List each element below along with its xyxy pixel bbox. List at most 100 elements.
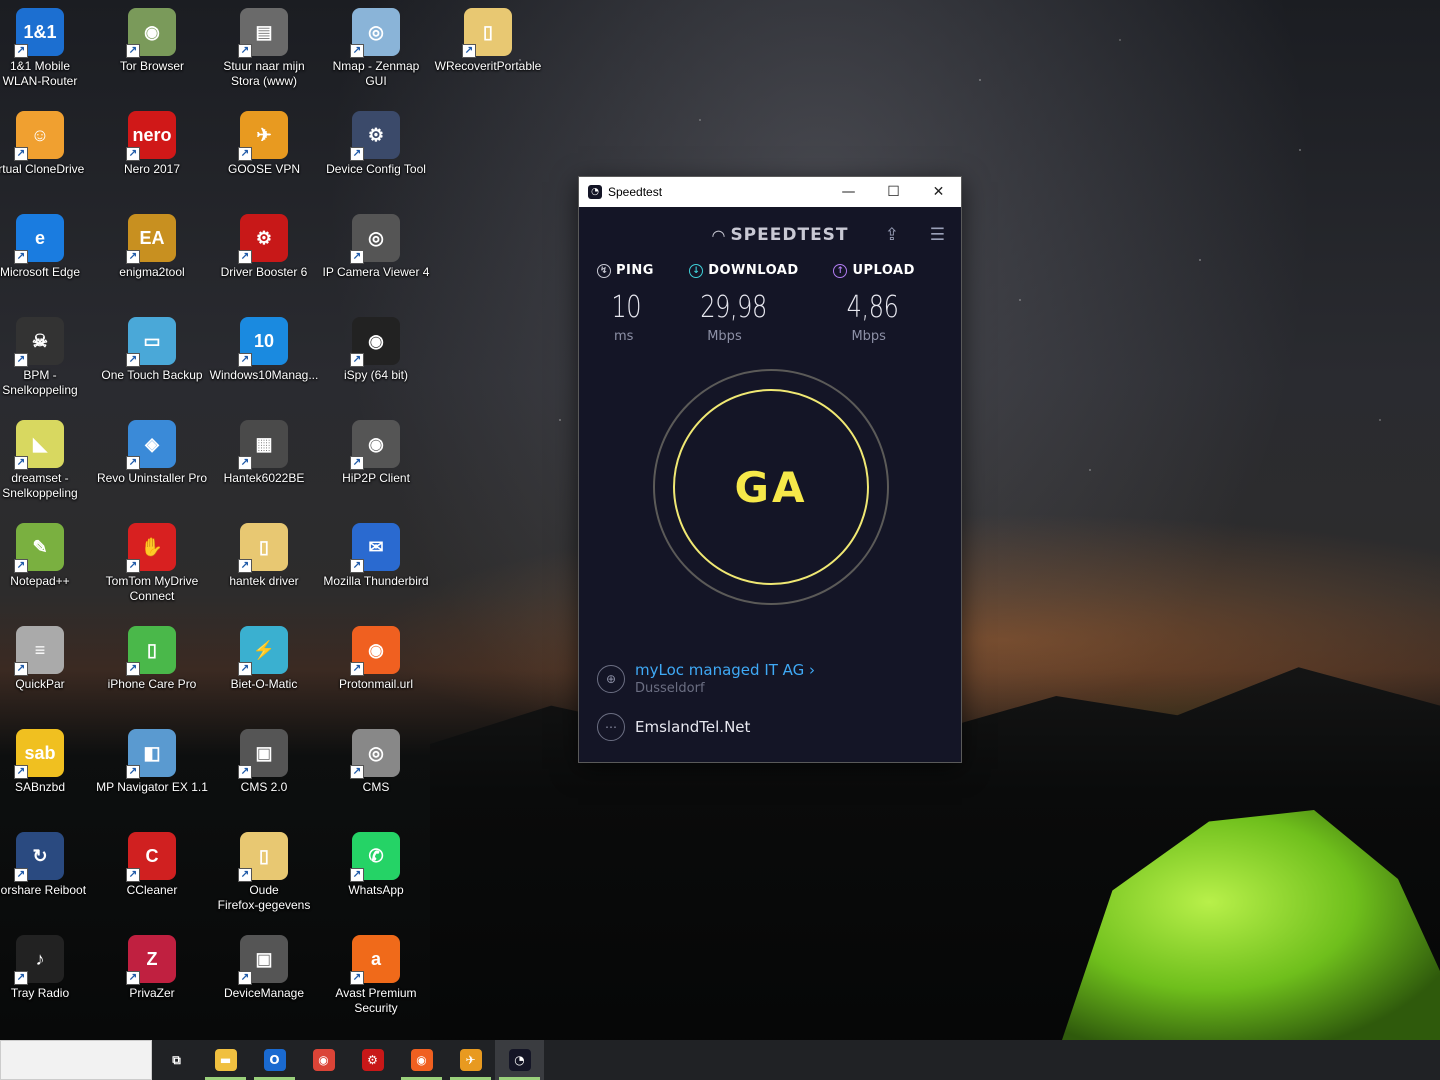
desktop-shortcut[interactable]: nero ↗ Nero 2017 [96, 103, 208, 206]
desktop-shortcut[interactable]: ◣ ↗ dreamset - Snelkoppeling [0, 412, 96, 515]
notepadpp-icon: ✎ ↗ [14, 523, 64, 573]
desktop-shortcut[interactable]: ≡ ↗ QuickPar [0, 618, 96, 721]
close-button[interactable]: ✕ [916, 177, 961, 207]
cms-icon: ◎ ↗ [350, 729, 400, 779]
shortcut-arrow-icon: ↗ [238, 971, 252, 985]
desktop-shortcut[interactable]: ◎ ↗ IP Camera Viewer 4 [320, 206, 432, 309]
desktop-shortcut[interactable]: ☠ ↗ BPM - Snelkoppeling [0, 309, 96, 412]
desktop-shortcut[interactable]: ✋ ↗ TomTom MyDrive Connect [96, 515, 208, 618]
driver-booster-icon: ⚙ [361, 1049, 384, 1071]
desktop-shortcut[interactable]: a ↗ Avast Premium Security [320, 927, 432, 1030]
desktop-shortcut[interactable]: ▤ ↗ Stuur naar mijn Stora (www) [208, 0, 320, 103]
desktop-shortcut-label: One Touch Backup [101, 368, 203, 382]
shortcut-arrow-icon: ↗ [14, 868, 28, 882]
shortcut-arrow-icon: ↗ [14, 147, 28, 161]
desktop-shortcut[interactable]: ▣ ↗ DeviceManage [208, 927, 320, 1030]
desktop-shortcut[interactable]: 1&1 ↗ 1&1 Mobile WLAN-Router [0, 0, 96, 103]
server-selector[interactable]: ⊕ myLoc managed IT AG › Dusseldorf [597, 661, 947, 696]
desktop-shortcut[interactable]: ◉ ↗ Tor Browser [96, 0, 208, 103]
desktop-shortcut[interactable]: ◉ ↗ HiP2P Client [320, 412, 432, 515]
shortcut-arrow-icon: ↗ [126, 971, 140, 985]
shortcut-arrow-icon: ↗ [126, 765, 140, 779]
desktop-shortcut[interactable]: ▦ ↗ Hantek6022BE [208, 412, 320, 515]
taskbar-button[interactable]: ✈ [446, 1040, 495, 1080]
oscilloscope-icon: ▦ ↗ [238, 420, 288, 470]
shortcut-arrow-icon: ↗ [126, 250, 140, 264]
desktop-shortcut[interactable]: ▯ ↗ iPhone Care Pro [96, 618, 208, 721]
download-value: 29,98 [700, 290, 768, 325]
desktop-shortcut[interactable]: ◎ ↗ CMS [320, 721, 432, 824]
shortcut-arrow-icon: ↗ [238, 147, 252, 161]
globe-icon: ⊕ [597, 664, 625, 693]
server-name-link[interactable]: myLoc managed IT AG › [635, 661, 815, 679]
taskbar-button[interactable]: ◉ [397, 1040, 446, 1080]
isp-info: ⋯ EmslandTel.Net [597, 713, 947, 741]
tor-browser-icon: ◉ ↗ [126, 8, 176, 58]
desktop-shortcut[interactable]: ◈ ↗ Revo Uninstaller Pro [96, 412, 208, 515]
desktop-shortcut[interactable]: ▯ ↗ hantek driver [208, 515, 320, 618]
taskbar-button[interactable]: ▬ [201, 1040, 250, 1080]
taskbar-search-box[interactable] [0, 1040, 152, 1080]
desktop-shortcut[interactable]: ✈ ↗ GOOSE VPN [208, 103, 320, 206]
taskbar-button[interactable]: O [250, 1040, 299, 1080]
taskbar-button[interactable]: ◉ [299, 1040, 348, 1080]
desktop-shortcut[interactable]: ◎ ↗ Nmap - Zenmap GUI [320, 0, 432, 103]
shortcut-arrow-icon: ↗ [238, 44, 252, 58]
desktop-shortcut-label: Avast Premium Security [335, 986, 417, 1015]
desktop-shortcut[interactable]: Z ↗ PrivaZer [96, 927, 208, 1030]
go-button[interactable]: GA [673, 389, 869, 585]
desktop-shortcut[interactable]: ✆ ↗ WhatsApp [320, 824, 432, 927]
nero-icon: nero ↗ [126, 111, 176, 161]
desktop-shortcut[interactable]: ◉ ↗ Protonmail.url [320, 618, 432, 721]
firefox-icon: ◉ ↗ [350, 626, 400, 676]
speedtest-icon: ◔ [508, 1049, 531, 1071]
gauge-logo-icon: ◠ [711, 225, 727, 245]
desktop-shortcut[interactable]: ▭ ↗ One Touch Backup [96, 309, 208, 412]
taskbar-button[interactable]: ⧉ [152, 1040, 201, 1080]
desktop-shortcut[interactable]: ✎ ↗ Notepad++ [0, 515, 96, 618]
taskbar-button[interactable]: ◔ [495, 1040, 544, 1080]
desktop-shortcut[interactable]: ▯ ↗ Oude Firefox-gegevens [208, 824, 320, 927]
desktop-shortcut[interactable]: EA ↗ enigma2tool [96, 206, 208, 309]
ping-label: PING [616, 263, 654, 278]
desktop-shortcut[interactable]: 10 ↗ Windows10Manag... [208, 309, 320, 412]
shortcut-arrow-icon: ↗ [126, 662, 140, 676]
shortcut-arrow-icon: ↗ [14, 971, 28, 985]
desktop-shortcut[interactable]: ☺ ↗ irtual CloneDrive [0, 103, 96, 206]
desktop-shortcut[interactable]: ◉ ↗ iSpy (64 bit) [320, 309, 432, 412]
maximize-button[interactable]: ☐ [871, 177, 916, 207]
speedtest-logo: ◠ SPEEDTEST [711, 225, 848, 245]
desktop-shortcut-label: norshare Reiboot [0, 883, 87, 897]
desktop-shortcut[interactable]: ♪ ↗ Tray Radio [0, 927, 96, 1030]
download-metric: ↓ DOWNLOAD 29,98 Mbps [689, 263, 833, 344]
download-arrow-icon: ↓ [689, 263, 704, 278]
isp-name: EmslandTel.Net [635, 718, 751, 736]
ping-unit: ms [614, 329, 634, 344]
sabnzbd-icon: sab ↗ [14, 729, 64, 779]
share-icon[interactable]: ⇪ [885, 225, 899, 245]
desktop-shortcut[interactable]: ▣ ↗ CMS 2.0 [208, 721, 320, 824]
desktop-shortcut[interactable]: ↻ ↗ norshare Reiboot [0, 824, 96, 927]
upload-metric: ↑ UPLOAD 4,86 Mbps [833, 263, 961, 344]
minimize-button[interactable]: — [826, 177, 871, 207]
desktop-shortcut-label: Stuur naar mijn Stora (www) [223, 59, 305, 88]
desktop-shortcut[interactable]: ✉ ↗ Mozilla Thunderbird [320, 515, 432, 618]
desktop-shortcut-label: SABnzbd [14, 780, 66, 794]
shortcut-arrow-icon: ↗ [14, 353, 28, 367]
desktop-shortcut-label: 1&1 Mobile WLAN-Router [2, 59, 78, 88]
desktop-shortcut[interactable]: C ↗ CCleaner [96, 824, 208, 927]
reiboot-icon: ↻ ↗ [14, 832, 64, 882]
desktop-shortcut[interactable]: ◧ ↗ MP Navigator EX 1.1 [96, 721, 208, 824]
desktop-shortcut[interactable]: ⚙ ↗ Device Config Tool [320, 103, 432, 206]
desktop-shortcut[interactable]: e ↗ Microsoft Edge [0, 206, 96, 309]
settings-sliders-icon[interactable]: ☰ [930, 225, 945, 245]
desktop-shortcut[interactable]: ▯ ↗ WRecoveritPortable [432, 0, 544, 103]
taskbar-button[interactable]: ⚙ [348, 1040, 397, 1080]
desktop-shortcut[interactable]: ⚙ ↗ Driver Booster 6 [208, 206, 320, 309]
satellite-dish-icon: ◣ ↗ [14, 420, 64, 470]
desktop-shortcut[interactable]: sab ↗ SABnzbd [0, 721, 96, 824]
desktop-shortcut[interactable]: ⚡ ↗ Biet-O-Matic [208, 618, 320, 721]
window-titlebar[interactable]: ◔ Speedtest — ☐ ✕ [579, 177, 961, 207]
desktop-shortcut-label: enigma2tool [119, 265, 185, 279]
enigma2tool-icon: EA ↗ [126, 214, 176, 264]
